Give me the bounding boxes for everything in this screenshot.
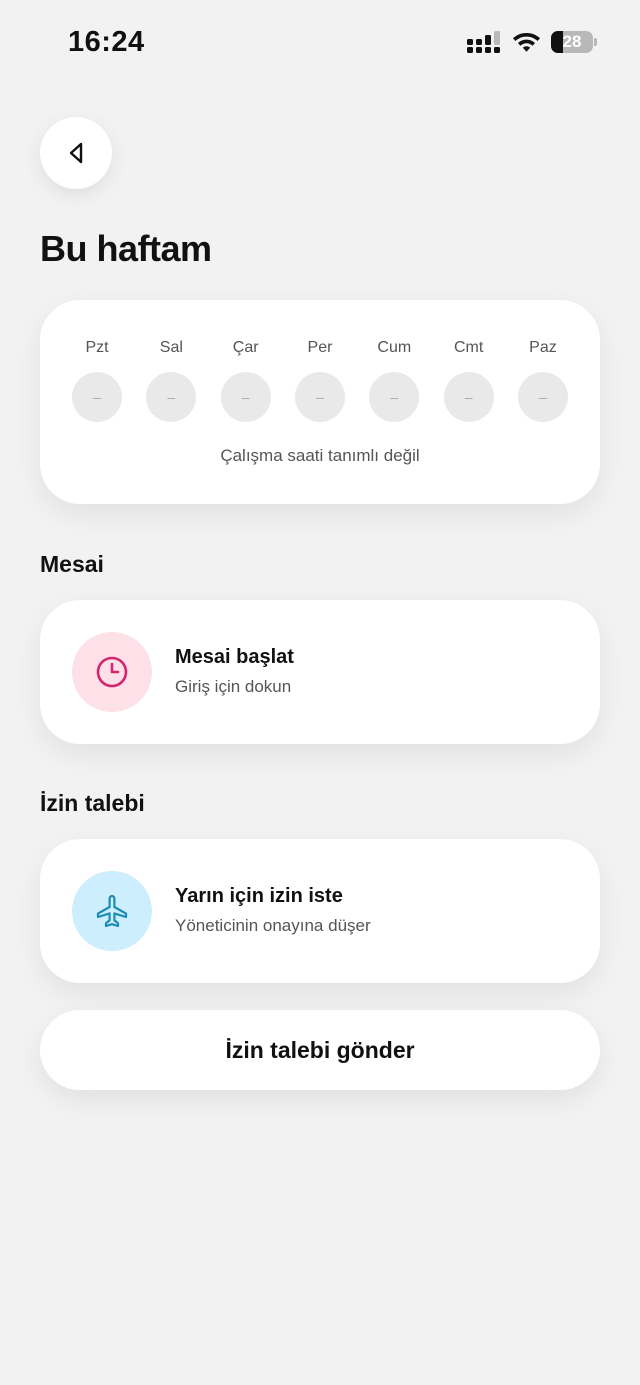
battery-level: 28 — [562, 32, 582, 51]
week-days: Pzt – Sal – Çar – Per – Cum – Cmt – Paz … — [72, 338, 568, 422]
status-bar: 16:24 28 — [0, 0, 640, 86]
page-title: Bu haftam — [40, 228, 212, 269]
request-leave-subtitle: Yöneticinin onayına düşer — [175, 916, 371, 935]
clock-icon-badge — [72, 632, 152, 712]
wifi-icon — [513, 33, 540, 52]
day-hours: – — [517, 372, 568, 422]
day-label: Sal — [159, 339, 183, 356]
day-wed: Çar – — [220, 338, 271, 422]
status-time: 16:24 — [68, 26, 145, 58]
day-hours: – — [220, 372, 271, 422]
day-mon: Pzt – — [72, 338, 122, 422]
day-tue: Sal – — [146, 338, 197, 422]
battery-icon: 28 — [551, 31, 598, 53]
day-thu: Per – — [294, 338, 345, 422]
day-hours: – — [369, 372, 420, 422]
clock-icon — [96, 656, 128, 688]
start-shift-subtitle: Giriş için dokun — [175, 677, 292, 696]
week-card: Pzt – Sal – Çar – Per – Cum – Cmt – Paz … — [40, 300, 600, 504]
request-leave-title: Yarın için izin iste — [175, 885, 343, 907]
submit-leave-button[interactable]: İzin talebi gönder — [40, 1010, 600, 1090]
screen: 16:24 28 Bu haftam Pzt – Sal – Çar – Per… — [0, 0, 640, 1385]
day-hours: – — [72, 372, 122, 422]
start-shift-card[interactable]: Mesai başlat Giriş için dokun — [40, 600, 600, 744]
week-note: Çalışma saati tanımlı değil — [220, 446, 420, 465]
signal-icon — [467, 31, 500, 53]
day-label: Paz — [529, 339, 557, 356]
day-label: Çar — [232, 339, 259, 356]
day-label: Pzt — [85, 339, 109, 356]
chevron-left-icon — [69, 142, 83, 164]
back-button[interactable] — [40, 117, 112, 189]
airplane-icon-badge — [72, 871, 152, 951]
day-hours: – — [146, 372, 197, 422]
section-title-mesai: Mesai — [40, 551, 104, 577]
day-fri: Cum – — [369, 338, 420, 422]
start-shift-title: Mesai başlat — [175, 646, 294, 668]
day-label: Cum — [377, 339, 412, 356]
day-sat: Cmt – — [443, 338, 494, 422]
day-label: Cmt — [453, 339, 484, 356]
day-hours: – — [294, 372, 345, 422]
day-label: Per — [307, 339, 333, 356]
day-sun: Paz – — [517, 338, 568, 422]
day-hours: – — [443, 372, 494, 422]
request-leave-card[interactable]: Yarın için izin iste Yöneticinin onayına… — [40, 839, 600, 983]
airplane-icon — [96, 894, 128, 928]
section-title-leave: İzin talebi — [40, 790, 145, 816]
